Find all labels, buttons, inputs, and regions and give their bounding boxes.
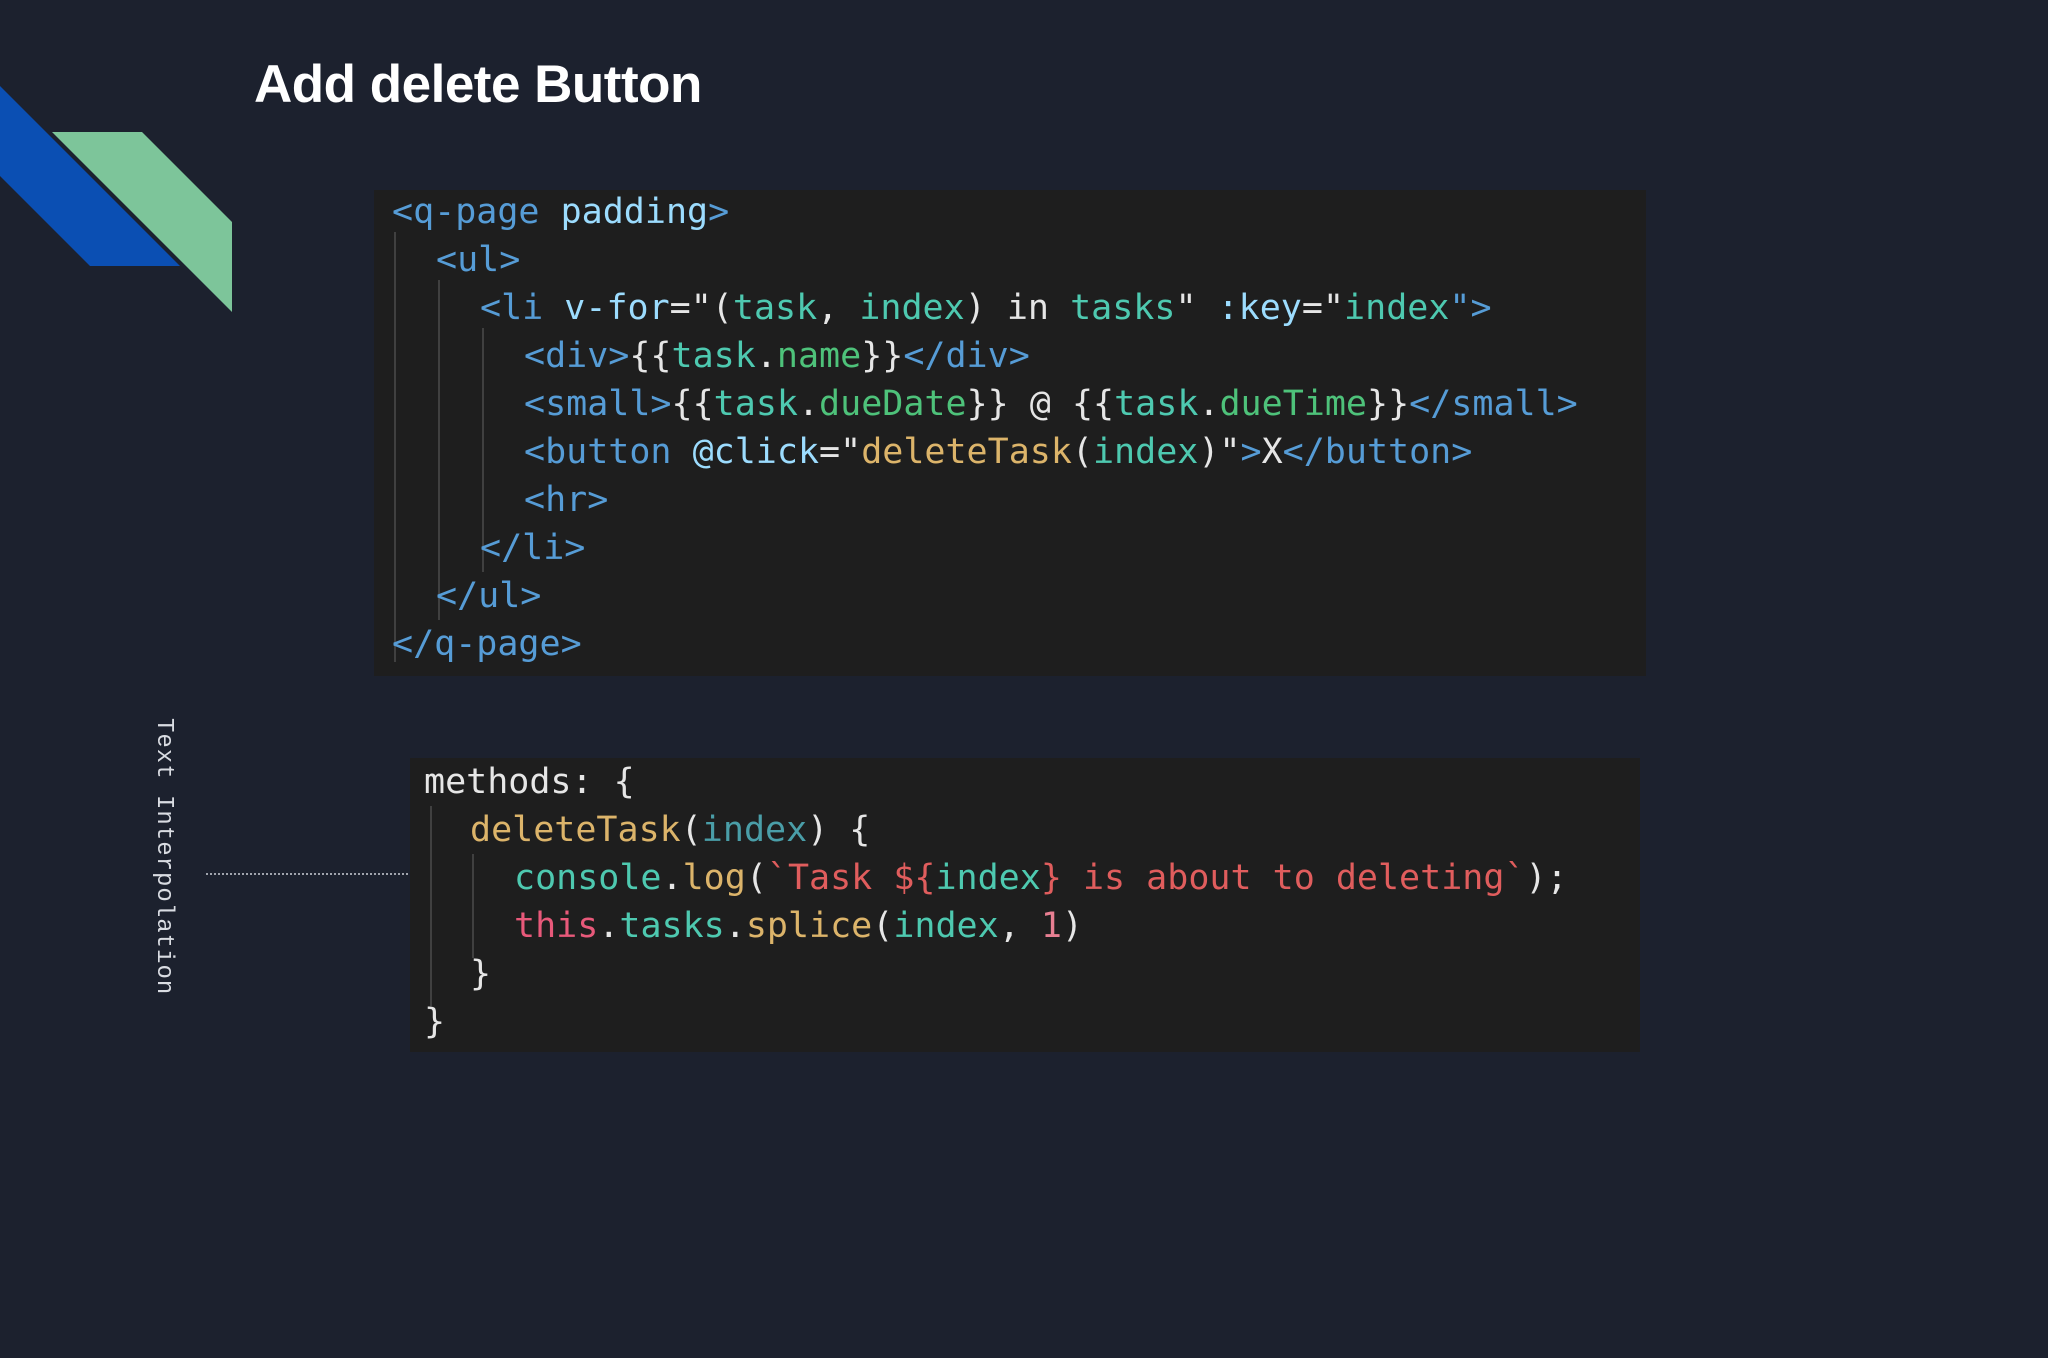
template-code-block: <q-page padding> <ul> <li v-for="(task, … [374, 190, 1646, 676]
code-line: } [470, 954, 492, 994]
code-line: console.log(`Task ${index} is about to d… [514, 858, 1568, 898]
code-line: <button @click="deleteTask(index)">X</bu… [524, 432, 1473, 472]
code-line: </q-page> [392, 624, 582, 664]
code-line: deleteTask(index) { [470, 810, 871, 850]
code-line: } [424, 1002, 446, 1042]
code-line: <ul> [436, 240, 521, 280]
indent-guide [438, 280, 440, 620]
code-line: </ul> [436, 576, 542, 616]
side-label: Text Interpolation [150, 718, 177, 996]
code-line: <div>{{task.name}}</div> [524, 336, 1030, 376]
code-line: this.tasks.splice(index, 1) [514, 906, 1083, 946]
code-line: <li v-for="(task, index) in tasks" :key=… [480, 288, 1492, 328]
methods-code-block: methods: { deleteTask(index) { console.l… [410, 758, 1640, 1052]
code-line: <q-page padding> [392, 192, 730, 232]
slide-title: Add delete Button [254, 55, 702, 114]
corner-decoration [0, 86, 232, 312]
indent-guide [394, 232, 396, 662]
code-line: <hr> [524, 480, 609, 520]
indent-guide [472, 854, 474, 958]
code-line: <small>{{task.dueDate}} @ {{task.dueTime… [524, 384, 1578, 424]
code-line: methods: { [424, 762, 635, 802]
indent-guide [430, 806, 432, 1006]
code-line: </li> [480, 528, 586, 568]
